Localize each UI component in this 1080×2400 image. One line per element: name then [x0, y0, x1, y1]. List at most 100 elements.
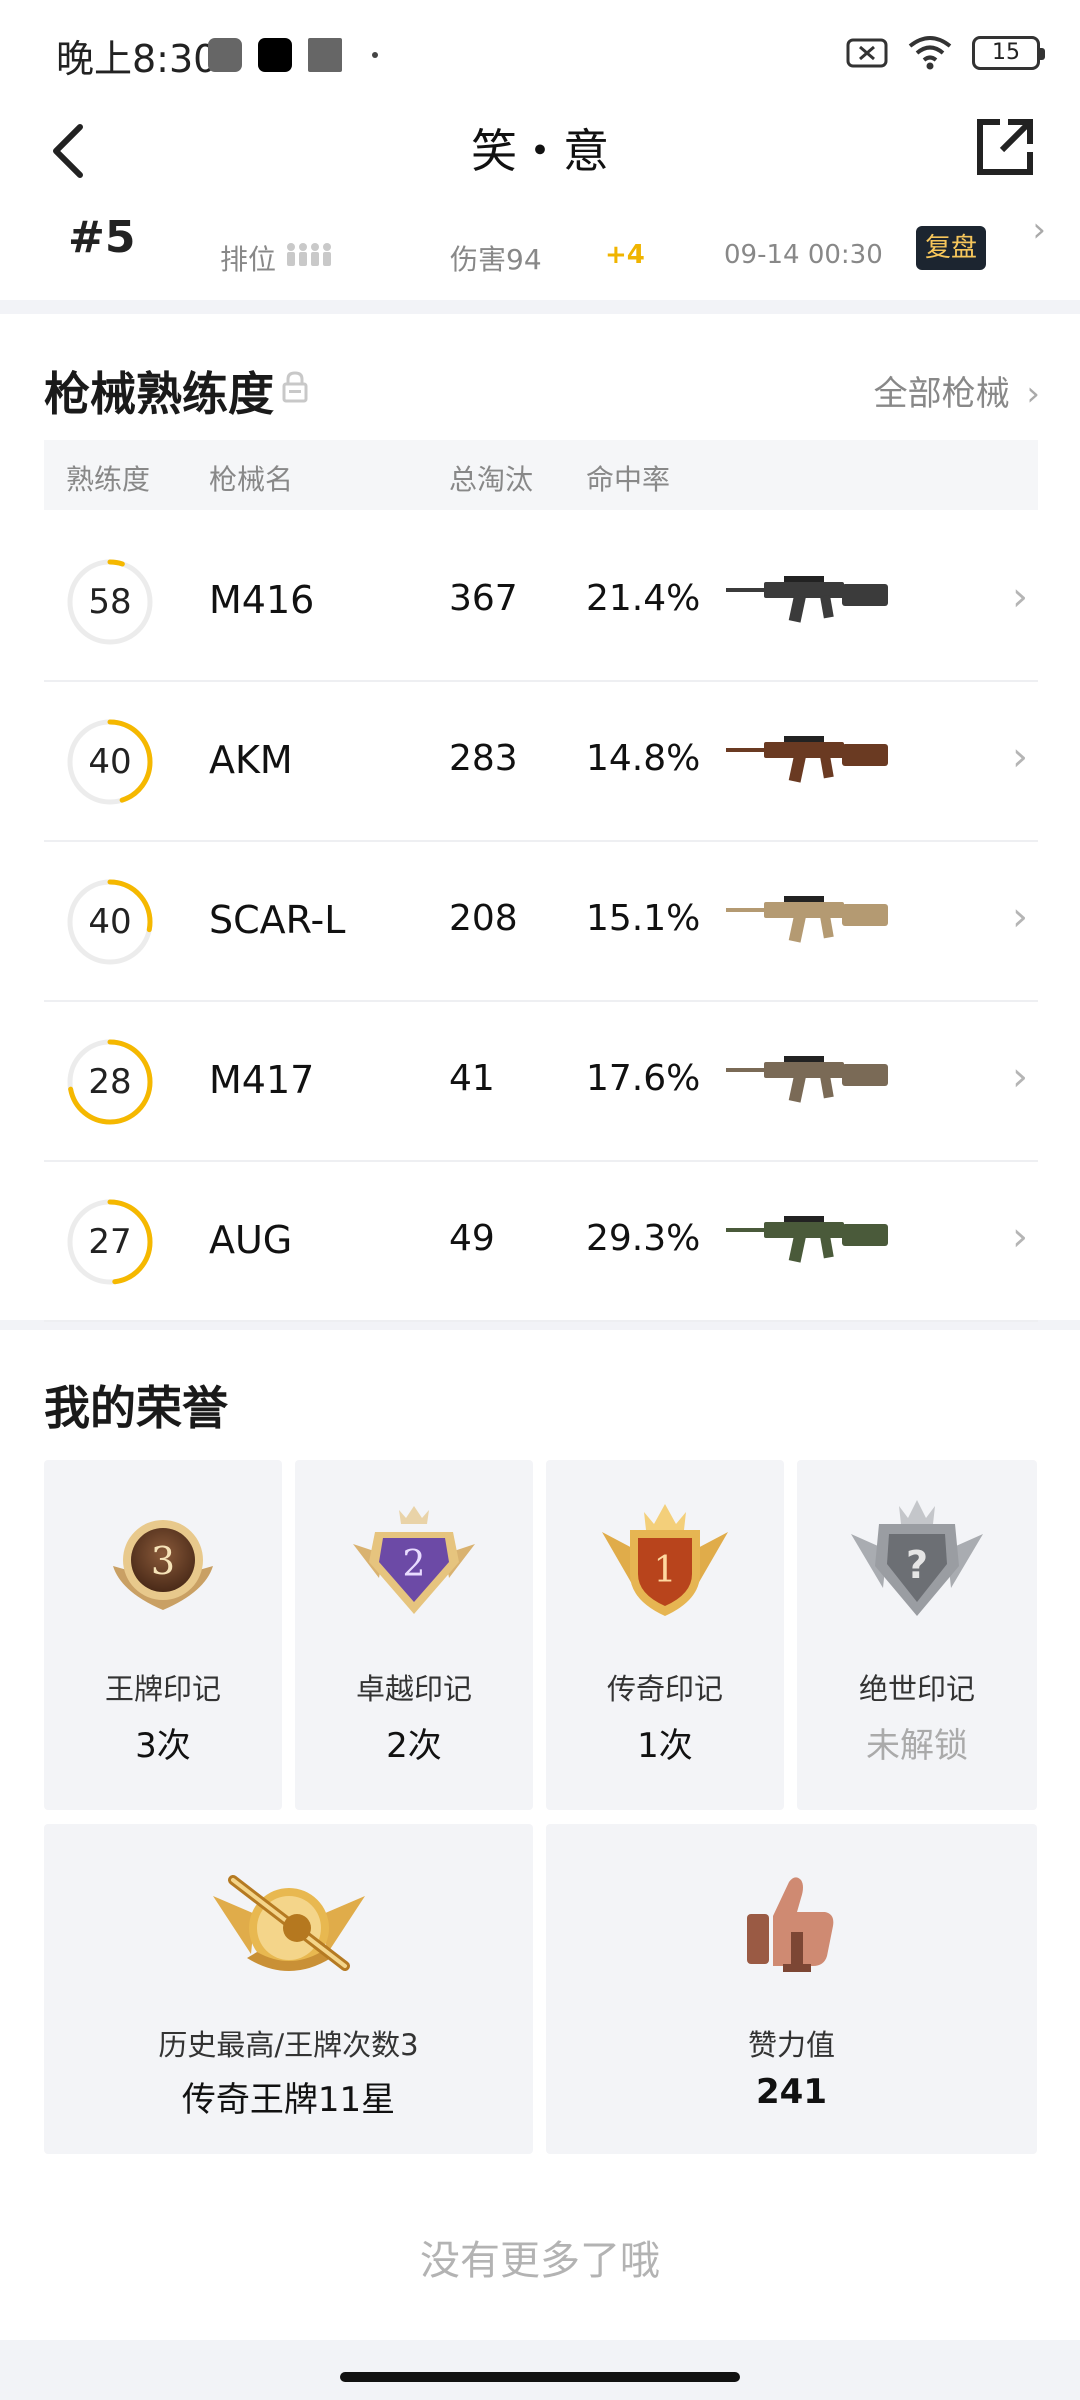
honor-value: 1次	[637, 1726, 693, 1766]
battery-indicator: 15	[972, 36, 1045, 70]
home-indicator[interactable]	[340, 2372, 740, 2382]
chevron-right-icon: ›	[1012, 1214, 1028, 1260]
gun-accuracy: 17.6%	[586, 1058, 701, 1099]
gun-total-kills: 367	[449, 578, 518, 619]
honor-card-likes[interactable]: 赞力值 241	[546, 1824, 1037, 2154]
honor-label: 卓越印记	[355, 1672, 472, 1706]
notification-icon	[208, 38, 242, 72]
gun-table-header: 熟练度 枪械名 总淘汰 命中率	[44, 440, 1038, 510]
notification-icon	[308, 38, 342, 72]
rifle-icon	[726, 576, 888, 623]
chevron-right-icon: ›	[1026, 374, 1040, 414]
honor-label: 王牌印记	[104, 1672, 221, 1706]
honor-value: 2次	[386, 1726, 442, 1766]
gun-name: AKM	[209, 738, 293, 782]
chevron-right-icon: ›	[1012, 894, 1028, 940]
rifle-icon	[726, 896, 888, 943]
proficiency-level: 28	[88, 1062, 132, 1102]
column-header: 熟练度	[66, 463, 151, 496]
badge-number: 2	[403, 1544, 426, 1585]
all-guns-link[interactable]: 全部枪械 ›	[874, 366, 1040, 415]
match-points: +4	[605, 240, 645, 270]
app-header: 笑・意	[0, 100, 1080, 200]
status-indicators: 15	[846, 34, 1045, 72]
honor-label: 赞力值	[747, 2028, 835, 2062]
page-title: 笑・意	[471, 124, 609, 178]
gun-name: M417	[209, 1058, 315, 1102]
chevron-right-icon: ›	[1012, 1054, 1028, 1100]
no-more-footer: 没有更多了哦	[420, 2238, 660, 2284]
honor-card-peerless[interactable]: ? 绝世印记 未解锁	[797, 1460, 1037, 1810]
legend-mark-badge-icon: 1	[602, 1504, 728, 1616]
honor-label: 传奇印记	[606, 1672, 723, 1706]
status-time: 晚上8:30	[56, 37, 218, 81]
honor-card-highest-tier[interactable]: 历史最高/王牌次数3 传奇王牌11星	[44, 1824, 533, 2154]
wifi-icon	[908, 36, 952, 70]
honor-value: 传奇王牌11星	[181, 2080, 396, 2120]
honor-card-ace[interactable]: 3 王牌印记 3次	[44, 1460, 282, 1810]
honor-card-legend[interactable]: 1 传奇印记 1次	[546, 1460, 784, 1810]
rifle-icon	[726, 736, 888, 783]
honor-value: 3次	[135, 1726, 191, 1766]
ace-mark-badge-icon: 3	[113, 1520, 213, 1610]
proficiency-level: 58	[88, 582, 132, 622]
honor-value: 241	[756, 2072, 827, 2112]
column-header: 总淘汰	[449, 463, 534, 496]
share-icon	[977, 119, 1033, 175]
honor-label: 绝世印记	[858, 1672, 975, 1706]
match-time: 09-14 00:30	[724, 240, 883, 270]
excellent-mark-badge-icon: 2	[353, 1506, 475, 1614]
match-damage: 伤害94	[450, 243, 542, 276]
gun-proficiency-section: 枪械熟练度 全部枪械 › 熟练度 枪械名 总淘汰 命中率 58 M416 367 21…	[0, 314, 1080, 1322]
gun-name: M416	[209, 578, 315, 622]
sim-disabled-icon	[846, 38, 888, 68]
gun-total-kills: 283	[449, 738, 518, 779]
gun-accuracy: 14.8%	[586, 738, 701, 779]
peerless-mark-badge-locked-icon: ?	[851, 1500, 983, 1616]
match-record-row[interactable]: #5 排位 伤害94 +4 09-14 00:30 复盘 ›	[0, 200, 1080, 300]
match-title-cropped	[220, 200, 600, 216]
honor-value: 未解锁	[866, 1726, 968, 1766]
chevron-right-icon: ›	[1012, 574, 1028, 620]
gun-name: AUG	[209, 1218, 293, 1262]
column-header: 命中率	[586, 463, 671, 496]
team-members-icon	[287, 243, 331, 266]
honor-card-excellent[interactable]: 2 卓越印记 2次	[295, 1460, 533, 1810]
all-guns-label: 全部枪械	[873, 374, 1010, 414]
honors-section: 我的荣誉 3 王牌印记 3次 2 卓越印记 2次 1 传奇印记 1次 ? 绝世印…	[0, 1330, 1080, 2340]
notification-icon	[258, 38, 292, 72]
gun-total-kills: 208	[449, 898, 518, 939]
rifle-icon	[726, 1216, 888, 1263]
gun-row[interactable]: 58 M416 367 21.4% ›	[44, 522, 1038, 682]
gun-accuracy: 21.4%	[586, 578, 701, 619]
gun-total-kills: 49	[449, 1218, 495, 1259]
section-title: 枪械熟练度	[44, 367, 274, 421]
honor-label: 历史最高/王牌次数3	[158, 2028, 419, 2062]
gun-name: SCAR-L	[209, 898, 346, 942]
status-bar: 晚上8:30 15	[0, 0, 1080, 100]
thumbs-up-icon	[746, 1877, 833, 1972]
chevron-right-icon: ›	[1012, 734, 1028, 780]
share-button[interactable]	[970, 112, 1040, 182]
gun-row[interactable]: 27 AUG 49 29.3% ›	[44, 1162, 1038, 1322]
legend-ace-tier-badge-icon	[212, 1875, 365, 1971]
match-mode: 排位	[220, 243, 277, 276]
lock-icon[interactable]	[280, 370, 310, 404]
proficiency-level: 40	[88, 902, 132, 942]
badge-number: 1	[654, 1550, 677, 1591]
gun-row[interactable]: 40 SCAR-L 208 15.1% ›	[44, 842, 1038, 1002]
gun-accuracy: 29.3%	[586, 1218, 701, 1259]
gun-accuracy: 15.1%	[586, 898, 701, 939]
gun-row[interactable]: 40 AKM 283 14.8% ›	[44, 682, 1038, 842]
gun-row[interactable]: 28 M417 41 17.6% ›	[44, 1002, 1038, 1162]
proficiency-level: 40	[88, 742, 132, 782]
column-header: 枪械名	[209, 463, 294, 496]
section-title: 我的荣誉	[44, 1381, 228, 1435]
chevron-right-icon: ›	[1032, 210, 1046, 250]
match-rank: #5	[68, 212, 136, 263]
badge-number: ?	[906, 1543, 928, 1587]
rifle-icon	[726, 1056, 888, 1103]
more-notifications-dot-icon	[372, 52, 378, 58]
proficiency-level: 27	[88, 1222, 132, 1262]
replay-button[interactable]: 复盘	[916, 226, 986, 270]
